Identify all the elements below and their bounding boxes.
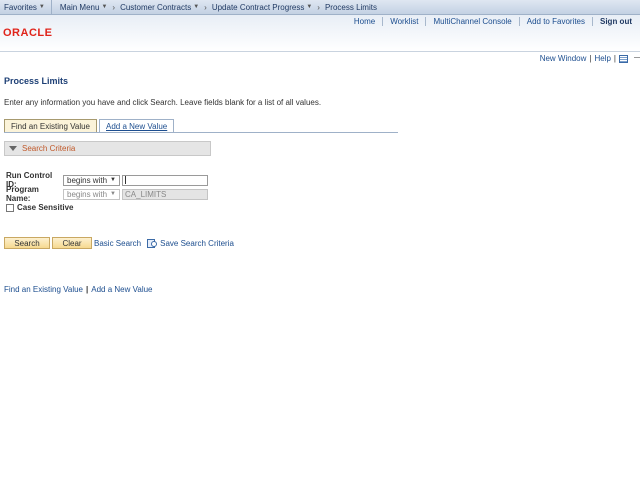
- utility-links: New Window | Help |: [540, 54, 628, 63]
- breadcrumb-process-limits[interactable]: Process Limits: [325, 0, 377, 15]
- program-name-row: Program Name: begins with ▼ CA_LIMITS: [6, 185, 208, 203]
- run-control-operator-select[interactable]: begins with ▼: [63, 174, 120, 186]
- breadcrumb-separator-icon: ›: [204, 2, 207, 12]
- run-control-input[interactable]: [122, 174, 208, 186]
- instructions-text: Enter any information you have and click…: [4, 98, 322, 107]
- save-search-icon[interactable]: [147, 238, 158, 248]
- tab-bar: Find an Existing Value Add a New Value: [4, 119, 176, 133]
- breadcrumb-customer-contracts[interactable]: Customer Contracts ▼: [120, 0, 199, 15]
- favorites-label: Favorites: [4, 2, 37, 12]
- main-menu-label: Main Menu: [59, 2, 100, 12]
- tab-find-existing-value[interactable]: Find an Existing Value: [4, 119, 98, 133]
- favorites-menu[interactable]: Favorites ▼: [4, 0, 45, 15]
- magnifier-shape: [151, 241, 158, 247]
- case-sensitive-label: Case Sensitive: [17, 203, 74, 212]
- separator: |: [613, 54, 616, 63]
- breadcrumb-separator-icon: ›: [317, 2, 320, 12]
- breadcrumb-separator-icon: ›: [112, 2, 116, 12]
- operator-value: begins with: [67, 175, 108, 185]
- operator-value: begins with: [67, 189, 108, 199]
- tab-add-new-value[interactable]: Add a New Value: [99, 119, 175, 133]
- tab-divider: [4, 132, 398, 133]
- basic-search-link[interactable]: Basic Search: [94, 239, 141, 248]
- case-sensitive-row: Case Sensitive: [6, 203, 73, 212]
- program-name-label: Program Name:: [6, 185, 39, 203]
- divider: [634, 57, 640, 58]
- header-divider: [0, 51, 640, 52]
- chevron-down-icon: ▼: [110, 177, 116, 183]
- header-links: Home Worklist MultiChannel Console Add t…: [347, 17, 632, 26]
- separator: |: [86, 285, 89, 294]
- add-to-favorites-link[interactable]: Add to Favorites: [520, 17, 593, 26]
- home-link[interactable]: Home: [347, 17, 384, 26]
- main-menu[interactable]: Main Menu ▼: [60, 0, 108, 15]
- multichannel-console-link[interactable]: MultiChannel Console: [426, 17, 520, 26]
- help-link[interactable]: Help: [594, 54, 610, 63]
- add-new-value-link[interactable]: Add a New Value: [91, 285, 152, 294]
- save-search-criteria-link[interactable]: Save Search Criteria: [160, 239, 234, 248]
- chevron-down-icon: ▼: [101, 4, 108, 10]
- text-cursor: [125, 176, 126, 184]
- header-band: ORACLE Home Worklist MultiChannel Consol…: [0, 15, 640, 51]
- customize-page-icon[interactable]: [619, 54, 628, 63]
- worklist-link[interactable]: Worklist: [383, 17, 427, 26]
- program-name-value: CA_LIMITS: [125, 189, 167, 199]
- breadcrumb-label: Update Contract Progress: [211, 2, 305, 12]
- search-criteria-label: Search Criteria: [22, 144, 76, 153]
- chevron-down-icon: ▼: [38, 4, 45, 10]
- program-name-input: CA_LIMITS: [122, 188, 208, 200]
- new-window-link[interactable]: New Window: [540, 54, 587, 63]
- breadcrumb-update-contract-progress[interactable]: Update Contract Progress ▼: [212, 0, 312, 15]
- breadcrumb-label: Customer Contracts: [120, 2, 192, 12]
- top-nav-bar: Favorites ▼ Main Menu ▼ › Customer Contr…: [0, 0, 640, 15]
- chevron-down-icon: ▼: [306, 4, 313, 10]
- bottom-links: Find an Existing Value | Add a New Value: [4, 285, 153, 294]
- search-button[interactable]: Search: [4, 237, 50, 249]
- clear-button[interactable]: Clear: [52, 237, 92, 249]
- chevron-down-icon: ▼: [110, 191, 116, 197]
- search-actions: Search Clear Basic Search Save Search Cr…: [4, 237, 234, 249]
- collapse-triangle-icon: [9, 146, 17, 151]
- program-name-operator-select: begins with ▼: [63, 188, 120, 200]
- breadcrumb-label: Process Limits: [324, 2, 377, 12]
- case-sensitive-checkbox[interactable]: [6, 203, 14, 212]
- search-criteria-header[interactable]: Search Criteria: [4, 141, 211, 156]
- nav-divider: [50, 0, 52, 15]
- page-title: Process Limits: [4, 76, 69, 86]
- separator: |: [589, 54, 592, 63]
- find-existing-value-link[interactable]: Find an Existing Value: [4, 285, 83, 294]
- chevron-down-icon: ▼: [193, 4, 200, 10]
- sign-out-link[interactable]: Sign out: [593, 17, 632, 26]
- oracle-logo: ORACLE: [3, 27, 53, 39]
